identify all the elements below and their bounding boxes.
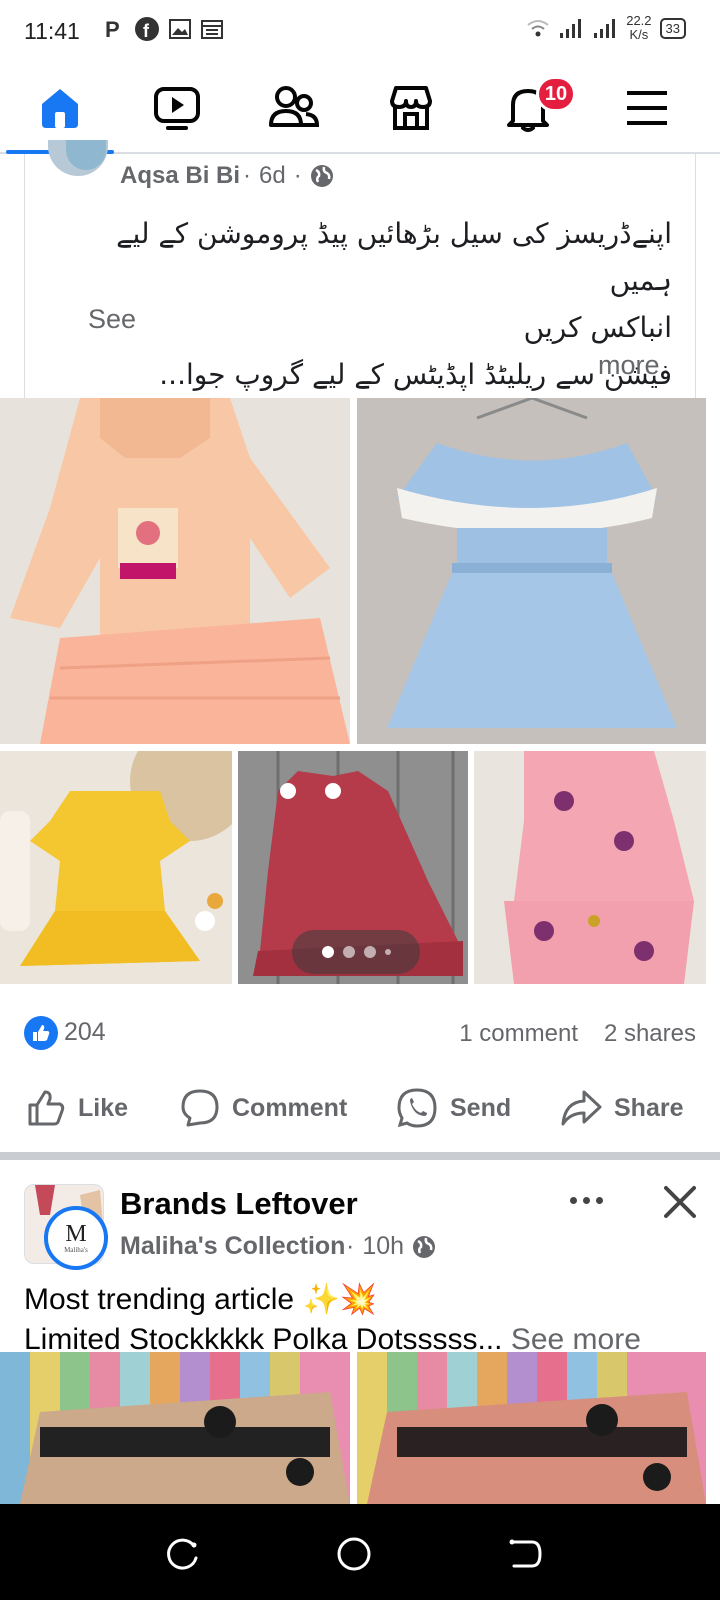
- whatsapp-icon: [397, 1088, 437, 1128]
- tab-menu[interactable]: [607, 74, 687, 142]
- parking-icon: P: [105, 18, 120, 40]
- system-nav-bar: [0, 1504, 720, 1600]
- carousel-indicator: [292, 930, 420, 974]
- photo-pink-floral-set[interactable]: [474, 751, 706, 984]
- network-speed-unit: K/s: [629, 27, 649, 42]
- home-circle-icon[interactable]: [334, 1534, 374, 1574]
- photo-blue-lace-dress[interactable]: [357, 398, 706, 744]
- network-speed: 22.2 K/s: [626, 14, 651, 42]
- photo-polka-dot-suit-pink[interactable]: [357, 1352, 706, 1504]
- photo-polka-dot-suit-beige[interactable]: [0, 1352, 350, 1504]
- share-count[interactable]: 2 shares: [604, 1020, 696, 1048]
- like-reaction-icon[interactable]: [24, 1016, 58, 1050]
- post-text: اپنےڈریسز کی سیل بڑھائیں پیڈ پروموشن کے …: [50, 210, 672, 398]
- notification-badge: 10: [536, 76, 576, 112]
- signal-icon: [594, 19, 616, 38]
- like-button[interactable]: Like: [26, 1078, 128, 1138]
- carousel-dot: [321, 946, 334, 958]
- dot-icon: [569, 1196, 577, 1204]
- post-time[interactable]: 6d: [259, 162, 286, 190]
- meta-separator: ·: [243, 162, 251, 189]
- post-text-line: اپنےڈریسز کی سیل بڑھائیں پیڈ پروموشن کے …: [116, 217, 672, 297]
- carousel-dot: [384, 949, 391, 955]
- send-label: Send: [450, 1093, 512, 1122]
- comment-count[interactable]: 1 comment: [459, 1020, 578, 1048]
- share-icon: [561, 1090, 602, 1126]
- friends-icon: [269, 86, 320, 127]
- post-time[interactable]: 10h: [362, 1232, 404, 1261]
- carousel-dot: [363, 946, 376, 958]
- tab-notifications[interactable]: 10: [488, 74, 576, 142]
- post-meta: · 6d ·: [243, 162, 334, 190]
- post-meta: · 10h: [346, 1232, 436, 1261]
- status-bar: 11:41 P f 22.2 K/s 33: [0, 0, 720, 64]
- tab-friends[interactable]: [254, 74, 334, 142]
- feed-separator: [0, 1152, 720, 1160]
- send-button[interactable]: Send: [396, 1078, 511, 1138]
- meta-separator: ·: [293, 162, 302, 189]
- comment-button[interactable]: Comment: [180, 1078, 347, 1138]
- status-time: 11:41: [24, 18, 80, 44]
- reaction-count[interactable]: 204: [64, 1018, 106, 1047]
- post-text-line: انباکس کریں: [523, 311, 672, 344]
- network-speed-value: 22.2: [626, 13, 652, 28]
- store-icon: [390, 86, 432, 130]
- post-text-line: Most trending article ✨💥: [24, 1283, 378, 1316]
- system-status-icons: 22.2 K/s 33: [526, 14, 686, 42]
- svg-text:P: P: [105, 18, 120, 40]
- gallery-icon: [169, 19, 191, 39]
- like-label: Like: [78, 1093, 129, 1122]
- close-icon[interactable]: [660, 1182, 700, 1222]
- post-actions: Like Comment Send Share: [0, 1078, 720, 1138]
- tab-watch[interactable]: [137, 74, 217, 142]
- group-name[interactable]: Brands Leftover: [120, 1186, 358, 1222]
- facebook-icon: f: [135, 17, 159, 41]
- back-icon[interactable]: [504, 1534, 544, 1574]
- post-text-line: فیشن سے ریلیٹڈ اپڈیٹس کے لیے گروپ جوا...: [159, 358, 672, 391]
- meta-separator: ·: [346, 1232, 355, 1260]
- wifi-icon: [527, 20, 549, 37]
- more-options-button[interactable]: [566, 1180, 606, 1220]
- dot-icon: [582, 1196, 590, 1204]
- carousel-dot: [342, 946, 355, 958]
- top-nav-bar: 10: [0, 64, 720, 154]
- like-icon: [28, 1090, 65, 1126]
- battery-icon: 33: [659, 17, 686, 39]
- menu-icon: [627, 91, 667, 125]
- see-more-link[interactable]: more: [598, 350, 660, 381]
- page-avatar-letter: M: [65, 1221, 87, 1247]
- notification-icons: P f: [104, 16, 224, 42]
- globe-icon: [310, 165, 333, 187]
- photo-peach-kurta-sharara[interactable]: [0, 398, 350, 744]
- svg-text:f: f: [143, 21, 150, 41]
- page-avatar-subtitle: Maliha's: [64, 1246, 88, 1254]
- video-icon: [154, 87, 200, 130]
- tab-marketplace[interactable]: [371, 74, 451, 142]
- signal-icon: [560, 19, 582, 38]
- tab-home[interactable]: [20, 74, 100, 142]
- comment-icon: [181, 1089, 219, 1127]
- reactions-row: 204 1 comment 2 shares: [24, 1014, 696, 1054]
- comment-label: Comment: [232, 1093, 348, 1122]
- page-avatar[interactable]: M Maliha's: [44, 1206, 108, 1270]
- calendar-icon: [201, 20, 223, 39]
- home-icon: [42, 89, 78, 128]
- post-author[interactable]: Aqsa Bi Bi: [120, 162, 240, 190]
- share-button[interactable]: Share: [560, 1078, 683, 1138]
- recents-icon[interactable]: [162, 1534, 202, 1574]
- page-name[interactable]: Maliha's Collection: [120, 1232, 345, 1261]
- thumbs-up-icon: [33, 1025, 50, 1041]
- share-label: Share: [614, 1093, 684, 1122]
- photo-yellow-ruffle-dress[interactable]: [0, 751, 232, 984]
- see-more-link[interactable]: See: [88, 304, 136, 335]
- globe-icon: [413, 1235, 436, 1258]
- dot-icon: [595, 1196, 603, 1204]
